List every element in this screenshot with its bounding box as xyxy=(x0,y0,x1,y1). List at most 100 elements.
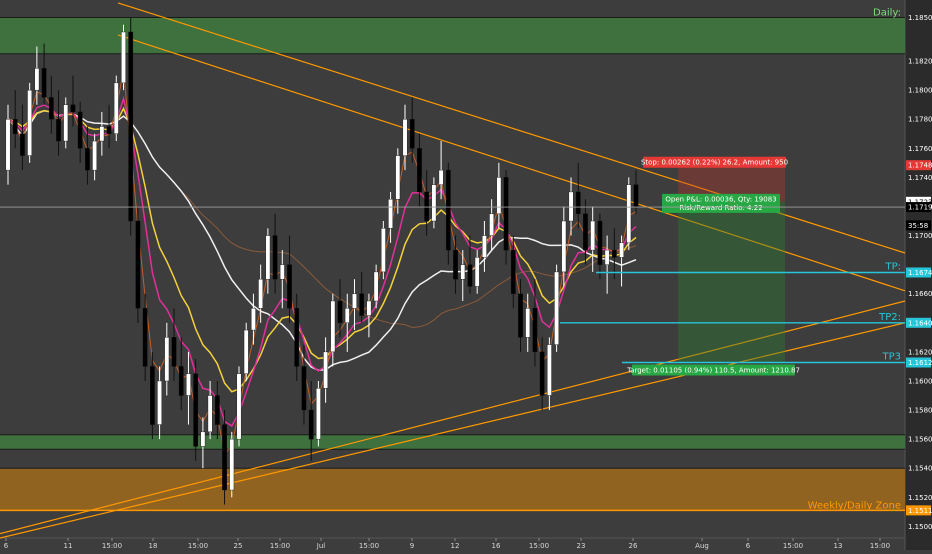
candle-body xyxy=(489,213,494,236)
level-label-2: TP3 xyxy=(881,351,901,362)
y-tick-label: 1.15200 xyxy=(908,494,932,502)
price-tag-6: 1.16127 xyxy=(908,359,932,367)
candle-body xyxy=(474,257,480,287)
candle-body xyxy=(561,220,567,273)
chart: Daily: Weekly/Daily Zone Stop: 0.00262 (0… xyxy=(0,0,932,550)
y-tick-label: 1.17800 xyxy=(908,116,932,124)
x-tick-label: 15:00 xyxy=(270,542,290,550)
candle-body xyxy=(388,199,393,229)
target-label: Target: 0.01105 (0.94%) 110.5, Amount: 1… xyxy=(626,366,800,374)
y-tick-label: 1.15000 xyxy=(908,523,932,531)
level-label-1: TP2: xyxy=(878,312,901,323)
candle-body xyxy=(272,235,278,280)
candle-body xyxy=(106,126,112,134)
candle-body xyxy=(236,373,242,440)
x-tick-label: 23 xyxy=(577,542,586,550)
candle-body xyxy=(150,366,155,425)
x-tick-label: Aug xyxy=(695,542,709,550)
candle-body xyxy=(482,235,487,258)
stop-label: Stop: 0.00262 (0.22%) 26.2, Amount: 950 xyxy=(641,159,788,167)
y-tick-label: 1.16600 xyxy=(908,290,932,298)
candle-body xyxy=(171,337,177,367)
candle-body xyxy=(431,184,437,222)
candle-body xyxy=(308,409,314,440)
candle-body xyxy=(279,264,285,280)
x-tick-label: 26 xyxy=(629,542,638,550)
x-tick-label: 15:00 xyxy=(359,542,379,550)
candle-body xyxy=(99,126,105,142)
candle-body xyxy=(157,380,162,425)
y-tick-label: 1.17000 xyxy=(908,232,932,240)
price-tag-0: 1.17484 xyxy=(908,162,932,170)
candle-body xyxy=(287,264,292,309)
candle-body xyxy=(193,373,199,447)
candle-body xyxy=(200,431,206,447)
candle-body xyxy=(633,184,639,207)
x-tick-label: 18 xyxy=(149,542,158,550)
candle-body xyxy=(352,293,357,309)
x-tick-label: 15:00 xyxy=(870,542,890,550)
candle-body xyxy=(568,191,574,222)
candle-body xyxy=(438,169,444,185)
y-tick-label: 1.15800 xyxy=(908,407,932,415)
candle-body xyxy=(496,177,502,214)
candle-body xyxy=(135,220,141,309)
y-tick-label: 1.18000 xyxy=(908,87,932,95)
x-tick-label: 11 xyxy=(64,542,73,550)
x-tick-label: 15:00 xyxy=(783,542,803,550)
candle-body xyxy=(301,366,307,411)
zone-label-0: Daily: xyxy=(873,7,901,18)
candle-body xyxy=(178,366,184,396)
candle-body xyxy=(417,148,422,193)
x-tick-label: 16 xyxy=(492,542,501,550)
candle-body xyxy=(34,68,40,91)
x-tick-label: 15:00 xyxy=(188,542,208,550)
candle-body xyxy=(597,220,603,265)
candle-body xyxy=(214,395,220,425)
candle-body xyxy=(316,388,321,440)
candle-body xyxy=(243,329,249,374)
candle-body xyxy=(611,249,617,258)
candle-body xyxy=(251,308,256,331)
price-tag-4: 1.16746 xyxy=(908,269,932,277)
x-tick-label: Jul xyxy=(316,542,326,550)
candle-body xyxy=(77,111,83,149)
y-tick-label: 1.17600 xyxy=(908,145,932,153)
candle-body xyxy=(63,104,69,142)
x-tick-label: 13 xyxy=(834,542,843,550)
y-tick-label: 1.15600 xyxy=(908,436,932,444)
price-tag-7: 1.15110 xyxy=(908,507,932,515)
candle-body xyxy=(20,133,25,156)
candle-body xyxy=(294,308,300,367)
candle-body xyxy=(265,235,271,280)
candle-body xyxy=(113,82,119,134)
x-tick-label: 6 xyxy=(4,542,9,550)
x-tick-label: 6 xyxy=(746,542,751,550)
candle-body xyxy=(539,351,545,396)
candle-body xyxy=(229,438,235,491)
candle-body xyxy=(92,140,97,171)
x-tick-label: 25 xyxy=(234,542,243,550)
candle-body xyxy=(222,424,227,491)
candle-body xyxy=(619,242,624,258)
candle-body xyxy=(460,264,466,280)
candle-body xyxy=(186,373,191,396)
candle-body xyxy=(85,148,90,171)
level-label-0: TP: xyxy=(884,261,901,272)
candle-body xyxy=(330,300,336,353)
chart-svg: Daily:Weekly/Daily Zone Stop: 0.00262 (0… xyxy=(0,0,932,550)
candle-body xyxy=(27,89,33,156)
candle-body xyxy=(373,271,379,302)
candle-body xyxy=(445,169,451,251)
y-tick-label: 1.17400 xyxy=(908,174,932,182)
reward-zone xyxy=(678,201,785,363)
candle-body xyxy=(41,68,47,98)
price-tag-2: 1.17196 xyxy=(908,204,932,212)
candle-body xyxy=(525,308,531,338)
candle-body xyxy=(48,97,54,120)
risk-reward-label: Risk/Reward Ratio: 4.22 xyxy=(679,204,762,212)
x-tick-label: 9 xyxy=(410,542,414,550)
candle-body xyxy=(12,119,18,134)
price-tag-5: 1.16400 xyxy=(908,319,932,327)
y-tick-label: 1.16000 xyxy=(908,377,932,385)
